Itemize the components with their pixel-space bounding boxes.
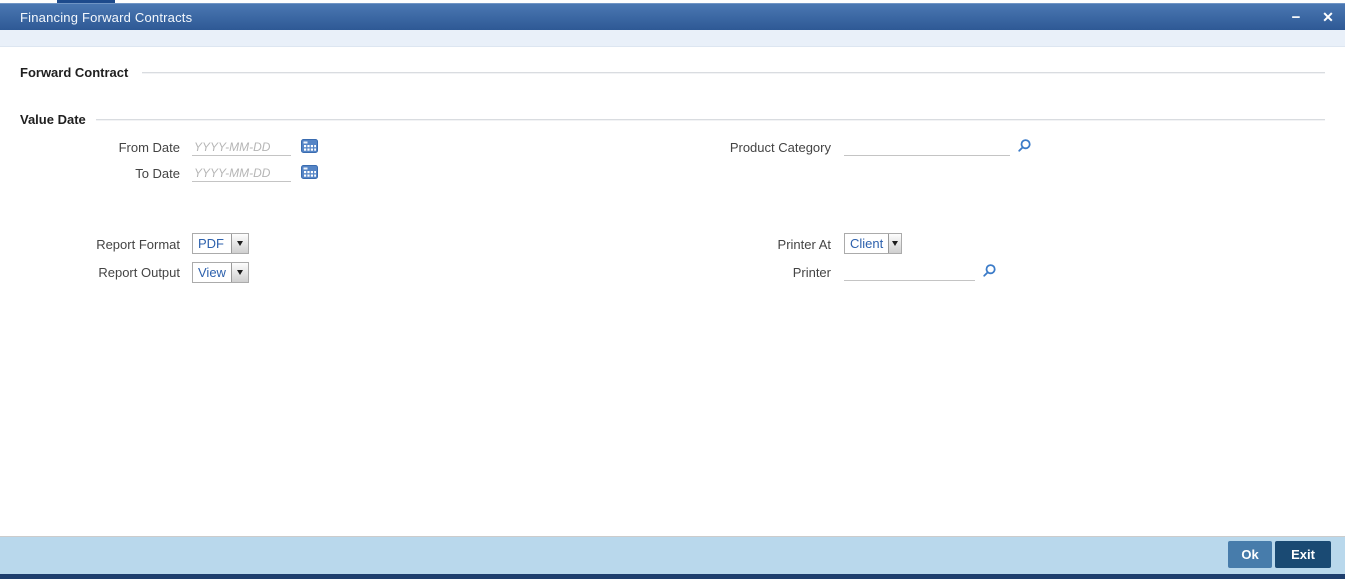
report-output-label: Report Output <box>98 265 180 280</box>
search-icon[interactable] <box>1016 138 1032 159</box>
to-date-label: To Date <box>135 166 180 181</box>
printer-label: Printer <box>792 265 831 280</box>
to-date-input[interactable] <box>192 164 291 182</box>
footer-bar <box>0 536 1345 574</box>
section-rule <box>96 119 1325 120</box>
subheader-strip <box>0 30 1345 47</box>
section-heading-forward-contract: Forward Contract <box>20 65 129 80</box>
window-title: Financing Forward Contracts <box>20 9 193 25</box>
product-category-label: Product Category <box>729 140 831 155</box>
titlebar-controls: − ✕ <box>1285 4 1339 31</box>
chevron-down-icon[interactable] <box>231 263 248 282</box>
financing-forward-contracts-window: Financing Forward Contracts − ✕ Forward … <box>0 0 1345 579</box>
product-category-input[interactable] <box>844 138 1010 156</box>
printer-at-value: Client <box>845 234 889 253</box>
from-date-label: From Date <box>118 140 180 155</box>
report-format-dropdown[interactable]: PDF <box>192 233 249 254</box>
printer-input[interactable] <box>844 263 975 281</box>
calendar-icon[interactable] <box>301 139 318 158</box>
report-format-label: Report Format <box>96 237 180 252</box>
exit-button[interactable]: Exit <box>1275 541 1331 568</box>
printer-at-dropdown[interactable]: Client <box>844 233 902 254</box>
section-heading-value-date: Value Date <box>20 112 86 127</box>
calendar-icon[interactable] <box>301 165 318 184</box>
close-icon[interactable]: ✕ <box>1317 4 1339 31</box>
chevron-down-icon[interactable] <box>231 234 248 253</box>
printer-at-label: Printer At <box>777 237 831 252</box>
from-date-input[interactable] <box>192 138 291 156</box>
ok-button[interactable]: Ok <box>1228 541 1272 568</box>
titlebar: Financing Forward Contracts − ✕ <box>0 3 1345 30</box>
report-format-value: PDF <box>193 234 231 253</box>
section-rule <box>142 72 1325 73</box>
bottom-border-line <box>0 574 1345 579</box>
report-output-value: View <box>193 263 231 282</box>
minimize-icon[interactable]: − <box>1285 4 1307 31</box>
report-output-dropdown[interactable]: View <box>192 262 249 283</box>
chevron-down-icon[interactable] <box>888 234 901 253</box>
search-icon[interactable] <box>981 263 997 284</box>
